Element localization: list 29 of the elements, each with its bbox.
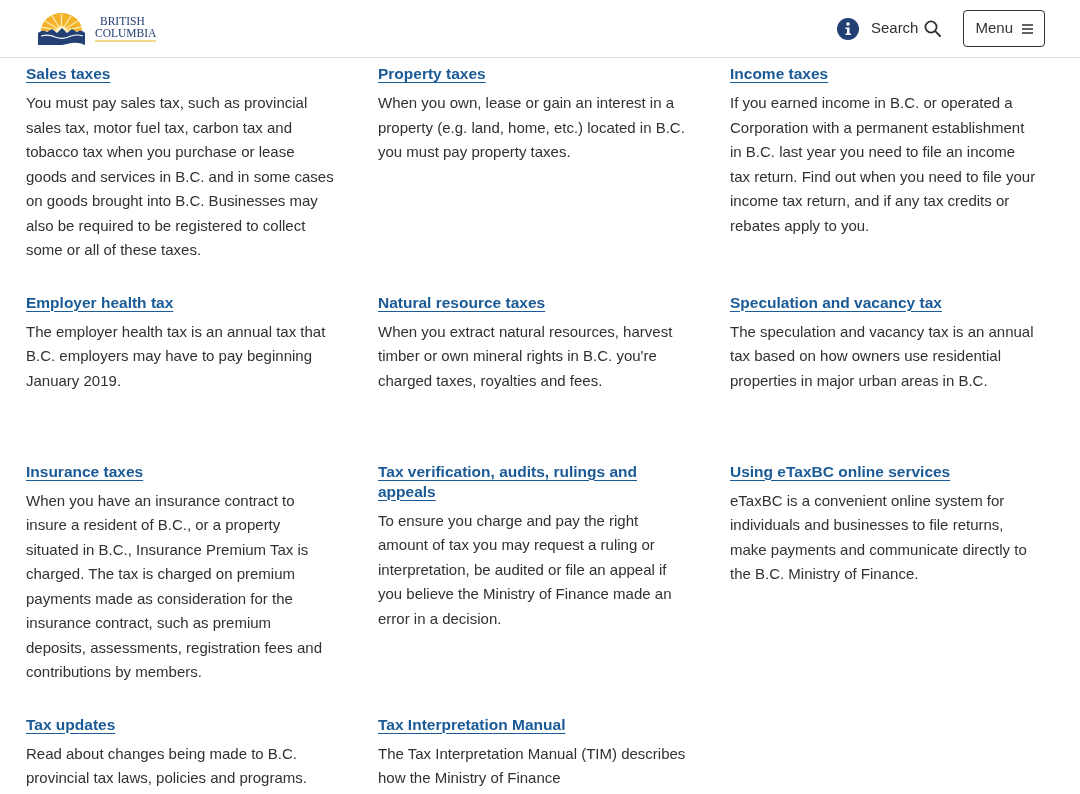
topic-description: When you have an insurance contract to insure a resident of B.C., or a property situated in B.C., Insurance Premium Tax is charged. The tax is charged on premium payments made as consideration for the insurance contract, such as premium deposits, assessments, registration fees and contributions by members. xyxy=(26,490,323,682)
topic-link[interactable]: Property taxes xyxy=(378,64,486,84)
topic-link[interactable]: Income taxes xyxy=(730,64,829,84)
topic-description: If you earned income in B.C. or operated a Corporation with a permanent establishment in B.C. last year you need to file an income tax return. Find out when you need to file your income tax return, and if any tax credits or rebates apply to you. xyxy=(730,93,1037,236)
topic-link[interactable]: Sales taxes xyxy=(26,64,111,84)
topic-link[interactable]: Speculation and vacancy tax xyxy=(730,292,942,313)
sun-mountains-logo[interactable] xyxy=(37,12,86,45)
topic-description: When you own, lease or gain an interest in a property (e.g. land, home, etc.) located in B.C. you must pay property taxes. xyxy=(378,93,686,162)
topic-link[interactable]: Insurance taxes xyxy=(26,461,144,482)
topic-description: eTaxBC is a convenient online system for individuals and businesses to file returns, make payments and communicate directly to the B.C. Ministry of Finance. xyxy=(730,490,1028,584)
info-icon[interactable] xyxy=(836,17,859,40)
topic-description: You must pay sales tax, such as provincial sales tax, motor fuel tax, carbon tax and tobacco tax when you purchase or lease goods and services in B.C. and in some cases on goods brought into B.C. Businesses may also be required to be registered to collect some or all of these taxes. xyxy=(26,93,335,260)
topic-description: The Tax Interpretation Manual (TIM) describes how the Ministry of Finance xyxy=(378,743,687,788)
topic-description: To ensure you charge and pay the right amount of tax you may request a ruling or interpretation, be audited or file an appeal if you believe the Ministry of Finance made an error in a decision. xyxy=(378,510,673,629)
search-link[interactable]: Search xyxy=(870,17,942,40)
menu-icon xyxy=(1022,23,1033,34)
topic-link[interactable]: Using eTaxBC online services xyxy=(730,461,951,482)
search-icon xyxy=(924,20,942,37)
topic-description: Read about changes being made to B.C. provincial tax laws, policies and programs. xyxy=(26,743,308,788)
menu-button[interactable]: Menu xyxy=(963,10,1045,47)
topic-link[interactable]: Tax Interpretation Manual xyxy=(378,714,566,735)
topic-description: The employer health tax is an annual tax that B.C. employers may have to pay beginning January 2019. xyxy=(26,321,327,391)
logo-wordmark[interactable]: BRITISH COLUMBIA xyxy=(95,15,157,42)
topic-link[interactable]: Natural resource taxes xyxy=(378,292,546,313)
topic-link[interactable]: Tax updates xyxy=(26,714,116,735)
topic-link[interactable]: Tax verification, audits, rulings and appeals xyxy=(378,461,687,502)
topic-description: When you extract natural resources, harvest timber or own mineral rights in B.C. you're charged taxes, royalties and fees. xyxy=(378,321,674,391)
topic-link[interactable]: Employer health tax xyxy=(26,292,174,313)
topic-description: The speculation and vacancy tax is an annual tax based on how owners use residential properties in major urban areas in B.C. xyxy=(730,321,1035,391)
